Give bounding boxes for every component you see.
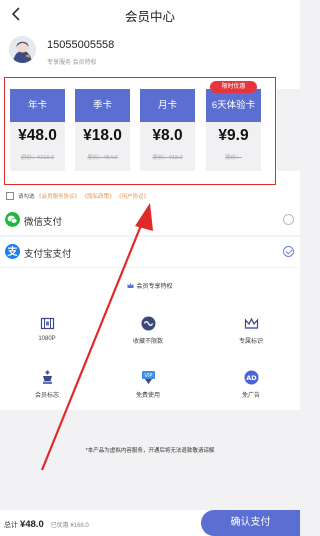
plan-card-trial[interactable]: 6天体验卡 限时优惠 ¥9.9 原价： [206, 81, 261, 171]
feature-no-ads: AD 免广告 [221, 370, 281, 399]
plan-card-quarterly[interactable]: 季卡 ¥18.0 原价：¥54.0 [75, 89, 130, 171]
total-label: 总计 [4, 522, 18, 529]
wechat-pay-icon [5, 212, 20, 227]
plan-card-partial [277, 89, 300, 171]
wechat-radio[interactable] [283, 214, 294, 225]
avatar[interactable] [9, 36, 36, 63]
user-agreement-link[interactable]: 《用户协议》 [116, 194, 149, 200]
chess-king-icon [42, 370, 52, 384]
plan-name: 6天体验卡 [206, 89, 261, 122]
member-features-section: 会员专享特权 1080P 收藏不限数 专属标识 会员标志 VIP 免费使用 AD… [0, 268, 300, 410]
plan-original-price: 原价： [225, 155, 242, 161]
agreement-text: 请勾选 《会员服务协议》 《隐私政策》 《用户协议》 [18, 192, 149, 200]
privacy-policy-link[interactable]: 《隐私政策》 [82, 194, 115, 200]
feature-1080p: 1080P [17, 316, 77, 342]
features-title-text: 会员专享特权 [136, 284, 173, 290]
payment-label: 微信支付 [24, 217, 63, 228]
bottom-bar: 总计 ¥48.0 已优惠 ¥168.0 确认支付 [0, 510, 300, 536]
alipay-icon: 支 [5, 244, 20, 259]
svg-text:VIP: VIP [144, 373, 152, 379]
feature-exclusive-badge: 专属标识 [221, 316, 281, 345]
alipay-radio[interactable] [283, 246, 294, 257]
plan-name: 月卡 [140, 89, 195, 122]
plan-name: 季卡 [75, 89, 130, 122]
features-title: 会员专享特权 [0, 281, 300, 290]
plan-price: ¥9.9 [218, 127, 249, 144]
plan-price: ¥48.0 [18, 127, 57, 144]
agreement-prefix: 请勾选 [18, 194, 35, 200]
user-phone: 15055005558 [47, 39, 115, 51]
svg-text:AD: AD [246, 374, 257, 382]
profile-section: 15055005558 专享服务 会员特权 [0, 28, 300, 73]
plan-price: ¥8.0 [152, 127, 183, 144]
top-bar: 会员中心 [0, 0, 300, 28]
limited-offer-badge: 限时优惠 [210, 81, 257, 93]
discount-text: 已优惠 ¥168.0 [50, 523, 89, 529]
plan-original-price: 原价：¥18.0 [152, 155, 183, 161]
page-title: 会员中心 [124, 10, 175, 24]
plan-original-price: 原价：¥216.0 [20, 155, 55, 161]
total-summary: 总计 ¥48.0 已优惠 ¥168.0 [4, 519, 89, 530]
hd-film-icon [40, 317, 54, 330]
notice-section: *本产品为虚拟内容服务，开通后将无法退款敬请谅解 [0, 410, 300, 510]
feature-label: 免广告 [241, 393, 260, 399]
avatar-image [9, 36, 36, 63]
crown-icon [127, 283, 134, 288]
payment-label: 支付宝支付 [24, 249, 72, 260]
feature-label: 1080P [38, 336, 56, 342]
feature-member-mark: 会员标志 [17, 370, 77, 399]
svg-text:支: 支 [7, 245, 19, 258]
feature-label: 免费使用 [135, 393, 160, 399]
privilege-text: 专享服务 会员特权 [47, 60, 97, 66]
confirm-pay-button[interactable]: 确认支付 [201, 510, 300, 536]
crown-icon [244, 317, 258, 329]
feature-free-use: VIP 免费使用 [118, 370, 178, 399]
feature-label: 收藏不限数 [132, 339, 163, 345]
plan-price: ¥18.0 [83, 127, 122, 144]
feature-label: 会员标志 [34, 393, 59, 399]
plan-card-yearly[interactable]: 年卡 ¥48.0 原价：¥216.0 [10, 89, 65, 171]
plans-section: 年卡 ¥48.0 原价：¥216.0 季卡 ¥18.0 原价：¥54.0 月卡 … [0, 73, 300, 187]
plan-card-monthly[interactable]: 月卡 ¥8.0 原价：¥18.0 [140, 89, 195, 171]
refund-notice: *本产品为虚拟内容服务，开通后将无法退款敬请谅解 [85, 448, 215, 454]
ad-block-icon: AD [244, 370, 258, 385]
plan-name: 年卡 [10, 89, 65, 122]
plan-original-price: 原价：¥54.0 [87, 155, 118, 161]
feature-unlimited-favorites: 收藏不限数 [118, 316, 178, 345]
agreement-checkbox[interactable] [6, 192, 14, 200]
infinity-icon [141, 316, 155, 331]
payment-option-wechat[interactable]: 微信支付 [0, 205, 300, 235]
total-amount: ¥48.0 [19, 519, 44, 530]
service-agreement-link[interactable]: 《会员服务协议》 [36, 194, 80, 200]
payment-option-alipay[interactable]: 支 支付宝支付 [0, 237, 300, 267]
feature-label: 专属标识 [238, 339, 263, 345]
agreement-row: 请勾选 《会员服务协议》 《隐私政策》 《用户协议》 [0, 187, 300, 205]
vip-gift-icon: VIP [141, 371, 155, 384]
